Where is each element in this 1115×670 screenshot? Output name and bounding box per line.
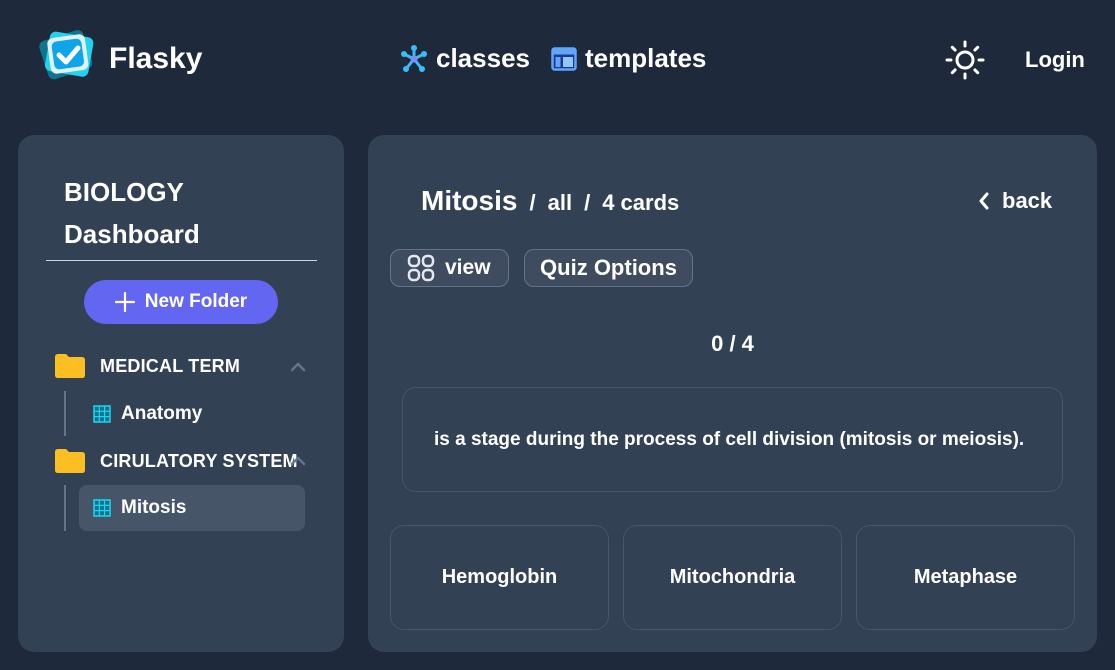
deck-filter[interactable]: all — [548, 190, 572, 216]
flasky-logo-icon[interactable] — [35, 24, 101, 86]
back-button[interactable]: back — [978, 188, 1052, 214]
nav-templates-label: templates — [585, 43, 707, 73]
table-icon — [93, 405, 111, 423]
tree-connector — [64, 485, 66, 531]
nav-classes-label: classes — [436, 43, 530, 73]
table-icon — [93, 499, 111, 517]
folder-medical-term[interactable]: MEDICAL TERM — [54, 353, 240, 379]
folder-cirulatory-system[interactable]: CIRULATORY SYSTEM — [54, 448, 298, 474]
answer-option[interactable]: Hemoglobin — [390, 525, 609, 630]
quiz-options-button[interactable]: Quiz Options — [524, 249, 693, 287]
answer-option[interactable]: Mitochondria — [623, 525, 842, 630]
new-folder-label: New Folder — [144, 291, 248, 312]
folder-icon — [55, 449, 85, 473]
templates-icon — [551, 46, 577, 71]
file-label: Mitosis — [121, 497, 187, 518]
question-card: is a stage during the process of cell di… — [402, 387, 1063, 492]
sidebar-divider — [46, 260, 317, 261]
main-panel: Mitosis / all / 4 cards back view Quiz O… — [368, 135, 1097, 652]
sidebar-heading: BIOLOGY Dashboard — [64, 171, 200, 255]
folder-label: MEDICAL TERM — [100, 355, 241, 376]
nav-templates-link[interactable]: templates — [551, 43, 706, 74]
nav-classes-link[interactable]: classes — [400, 43, 530, 74]
breadcrumb-separator: / — [529, 190, 536, 215]
tree-connector — [64, 391, 66, 436]
chevron-left-icon — [979, 192, 989, 210]
deck-title: Mitosis — [421, 185, 518, 216]
chevron-up-icon[interactable] — [290, 362, 306, 372]
answer-option[interactable]: Metaphase — [856, 525, 1075, 630]
back-label: back — [1002, 188, 1053, 213]
brand-name[interactable]: Flasky — [109, 42, 202, 76]
plus-icon — [114, 292, 135, 312]
sidebar: BIOLOGY Dashboard New Folder MEDICAL TER… — [18, 135, 344, 652]
chevron-up-icon[interactable] — [290, 456, 306, 466]
quiz-progress: 0 / 4 — [711, 331, 754, 356]
folder-label: CIRULATORY SYSTEM — [100, 450, 298, 471]
login-link[interactable]: Login — [1025, 47, 1085, 73]
view-button[interactable]: view — [390, 249, 509, 287]
dashboard-label: Dashboard — [64, 219, 200, 249]
card-count: 4 cards — [602, 190, 680, 215]
sun-icon[interactable] — [945, 40, 985, 80]
view-label: view — [445, 256, 491, 279]
new-folder-button[interactable]: New Folder — [84, 280, 278, 324]
file-mitosis[interactable]: Mitosis — [79, 485, 305, 531]
grid-view-icon — [407, 254, 435, 282]
subject-name: BIOLOGY — [64, 177, 184, 207]
file-label: Anatomy — [121, 403, 203, 424]
file-anatomy[interactable]: Anatomy — [79, 391, 305, 437]
classes-icon — [401, 44, 427, 72]
folder-icon — [55, 354, 85, 378]
breadcrumb: Mitosis / all / 4 cards — [421, 185, 679, 217]
top-navbar: Flasky classes templates Login — [0, 0, 1115, 120]
breadcrumb-separator: / — [584, 190, 591, 215]
